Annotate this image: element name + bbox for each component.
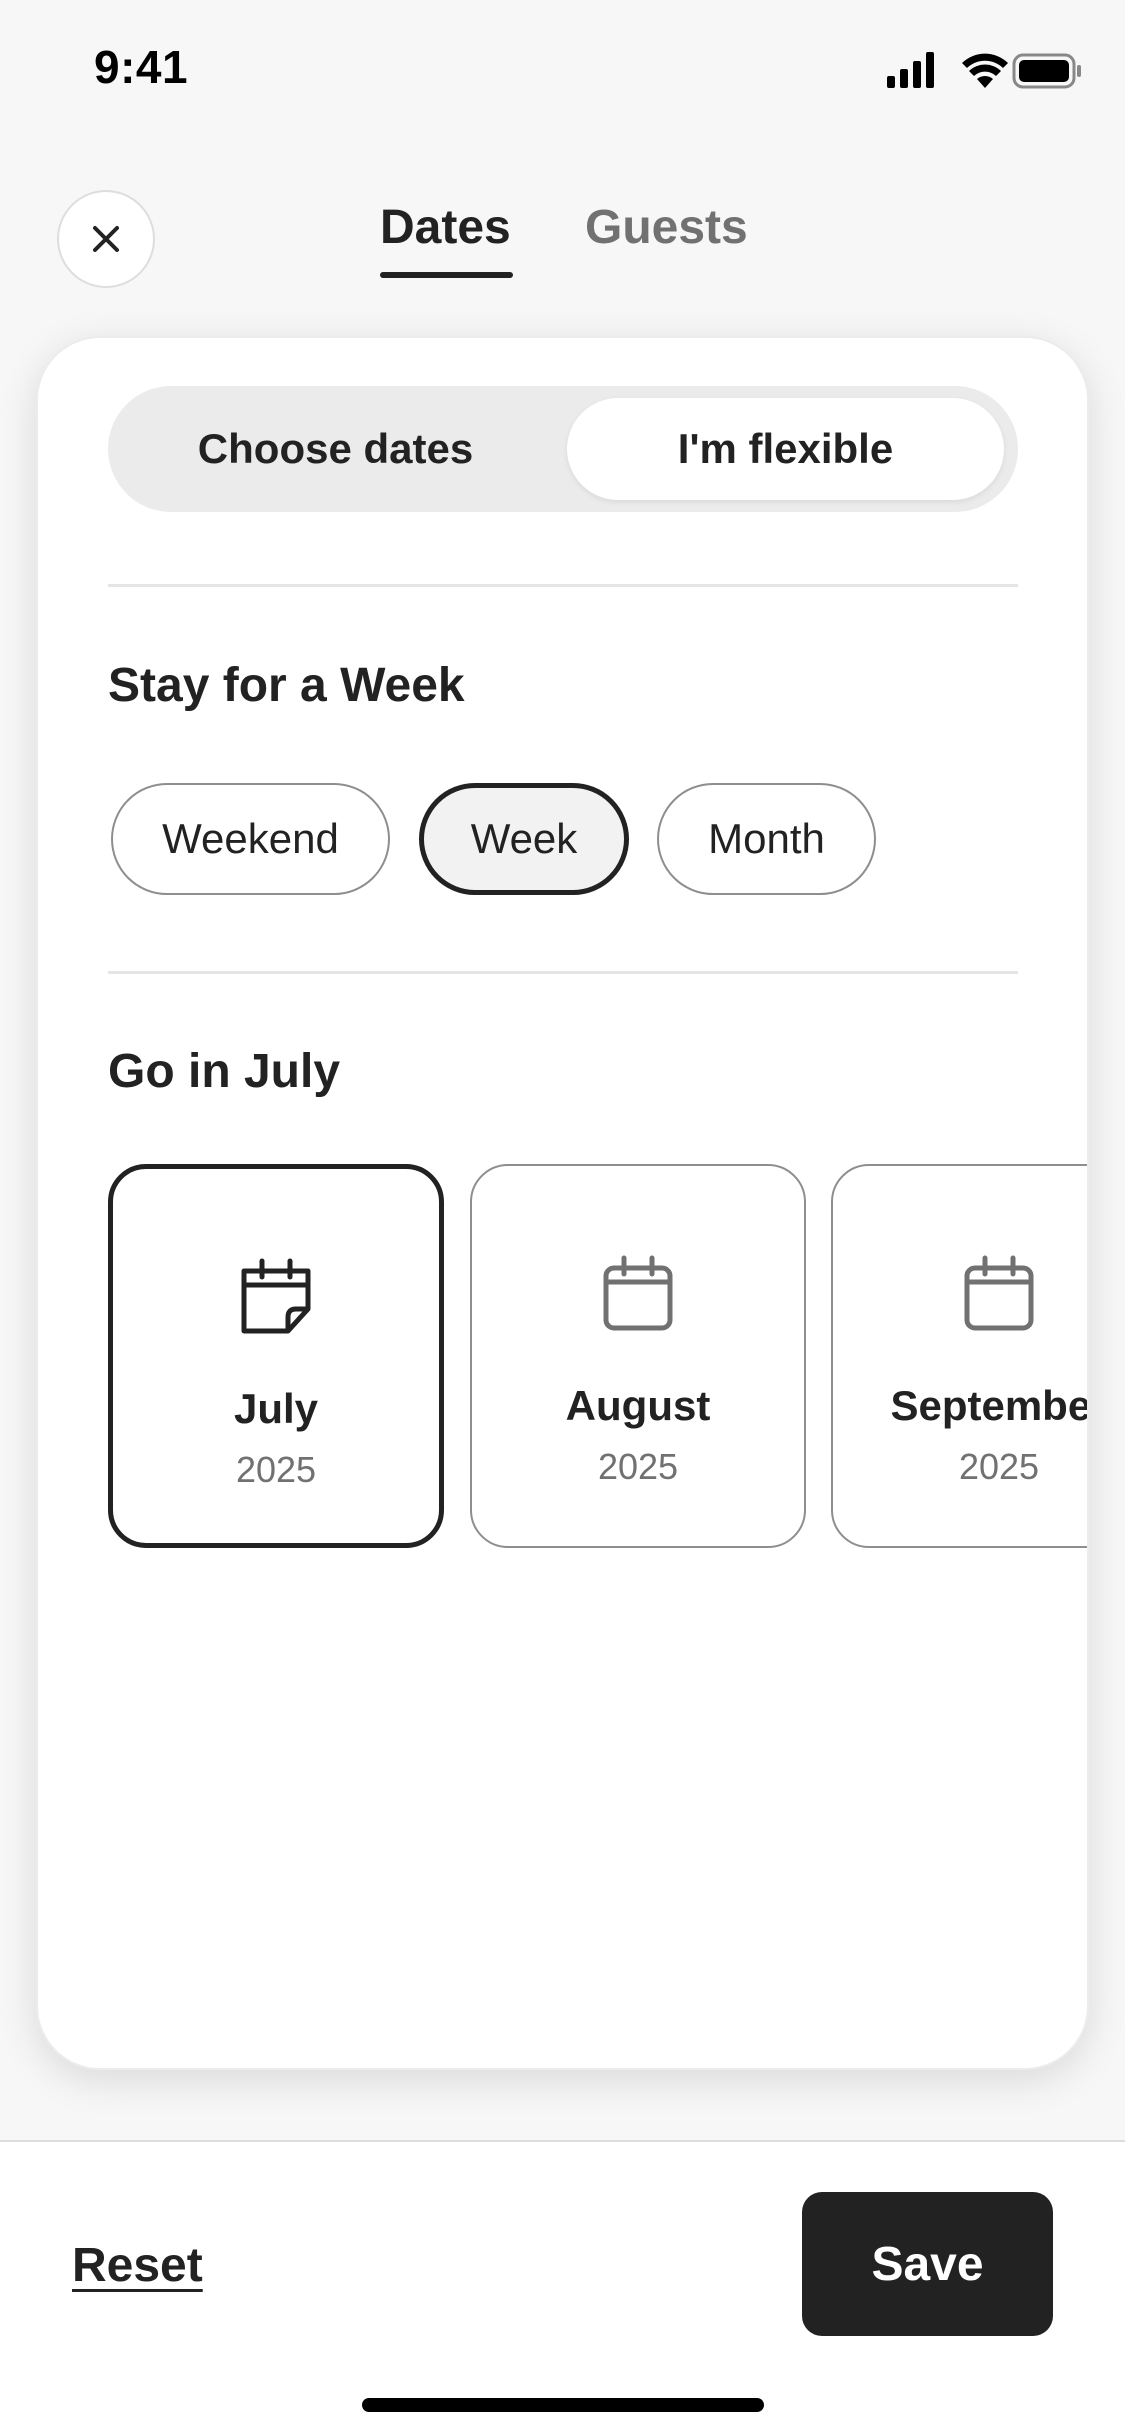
tab-dates[interactable]: Dates bbox=[380, 200, 511, 255]
footer-bar: Reset Save bbox=[0, 2140, 1125, 2436]
month-name: August bbox=[565, 1382, 711, 1429]
date-mode-toggle: Choose dates I'm flexible bbox=[108, 386, 1018, 512]
week-pill[interactable]: Week bbox=[419, 783, 629, 895]
month-year: 2025 bbox=[597, 1446, 679, 1487]
im-flexible-option[interactable]: I'm flexible bbox=[567, 398, 1004, 500]
divider bbox=[108, 584, 1018, 587]
reset-button[interactable]: Reset bbox=[72, 2238, 203, 2293]
month-year: 2025 bbox=[235, 1449, 317, 1490]
month-name: July bbox=[233, 1385, 319, 1432]
month-pill[interactable]: Month bbox=[657, 783, 876, 895]
tab-guests[interactable]: Guests bbox=[585, 200, 748, 255]
calendar-icon bbox=[603, 1255, 673, 1331]
calendar-page-curl-icon bbox=[241, 1258, 311, 1334]
status-time: 9:41 bbox=[94, 41, 189, 93]
dates-card: Choose dates I'm flexible Stay for a Wee… bbox=[36, 336, 1089, 2070]
weekend-pill[interactable]: Weekend bbox=[111, 783, 390, 895]
divider bbox=[108, 971, 1018, 974]
month-card-september[interactable]: September 2025 bbox=[831, 1164, 1089, 1548]
month-card-july[interactable]: July 2025 bbox=[108, 1164, 444, 1548]
stay-duration-title: Stay for a Week bbox=[108, 659, 465, 712]
home-indicator bbox=[362, 2398, 764, 2412]
month-section-title: Go in July bbox=[108, 1045, 341, 1098]
month-card-august[interactable]: August 2025 bbox=[470, 1164, 806, 1548]
save-button[interactable]: Save bbox=[802, 2192, 1053, 2336]
choose-dates-option[interactable]: Choose dates bbox=[108, 386, 563, 512]
wifi-icon bbox=[962, 53, 1008, 88]
calendar-icon bbox=[964, 1255, 1034, 1331]
battery-icon bbox=[1012, 53, 1081, 89]
screen: 9:41 Dates Guests Choose dates I'm flexi… bbox=[0, 0, 1125, 2436]
cellular-signal-icon bbox=[887, 52, 934, 88]
status-icons bbox=[881, 48, 1081, 92]
month-year: 2025 bbox=[958, 1446, 1040, 1487]
tabs: Dates Guests bbox=[0, 200, 1125, 290]
tab-active-indicator bbox=[380, 272, 513, 278]
month-name: September bbox=[890, 1382, 1089, 1429]
